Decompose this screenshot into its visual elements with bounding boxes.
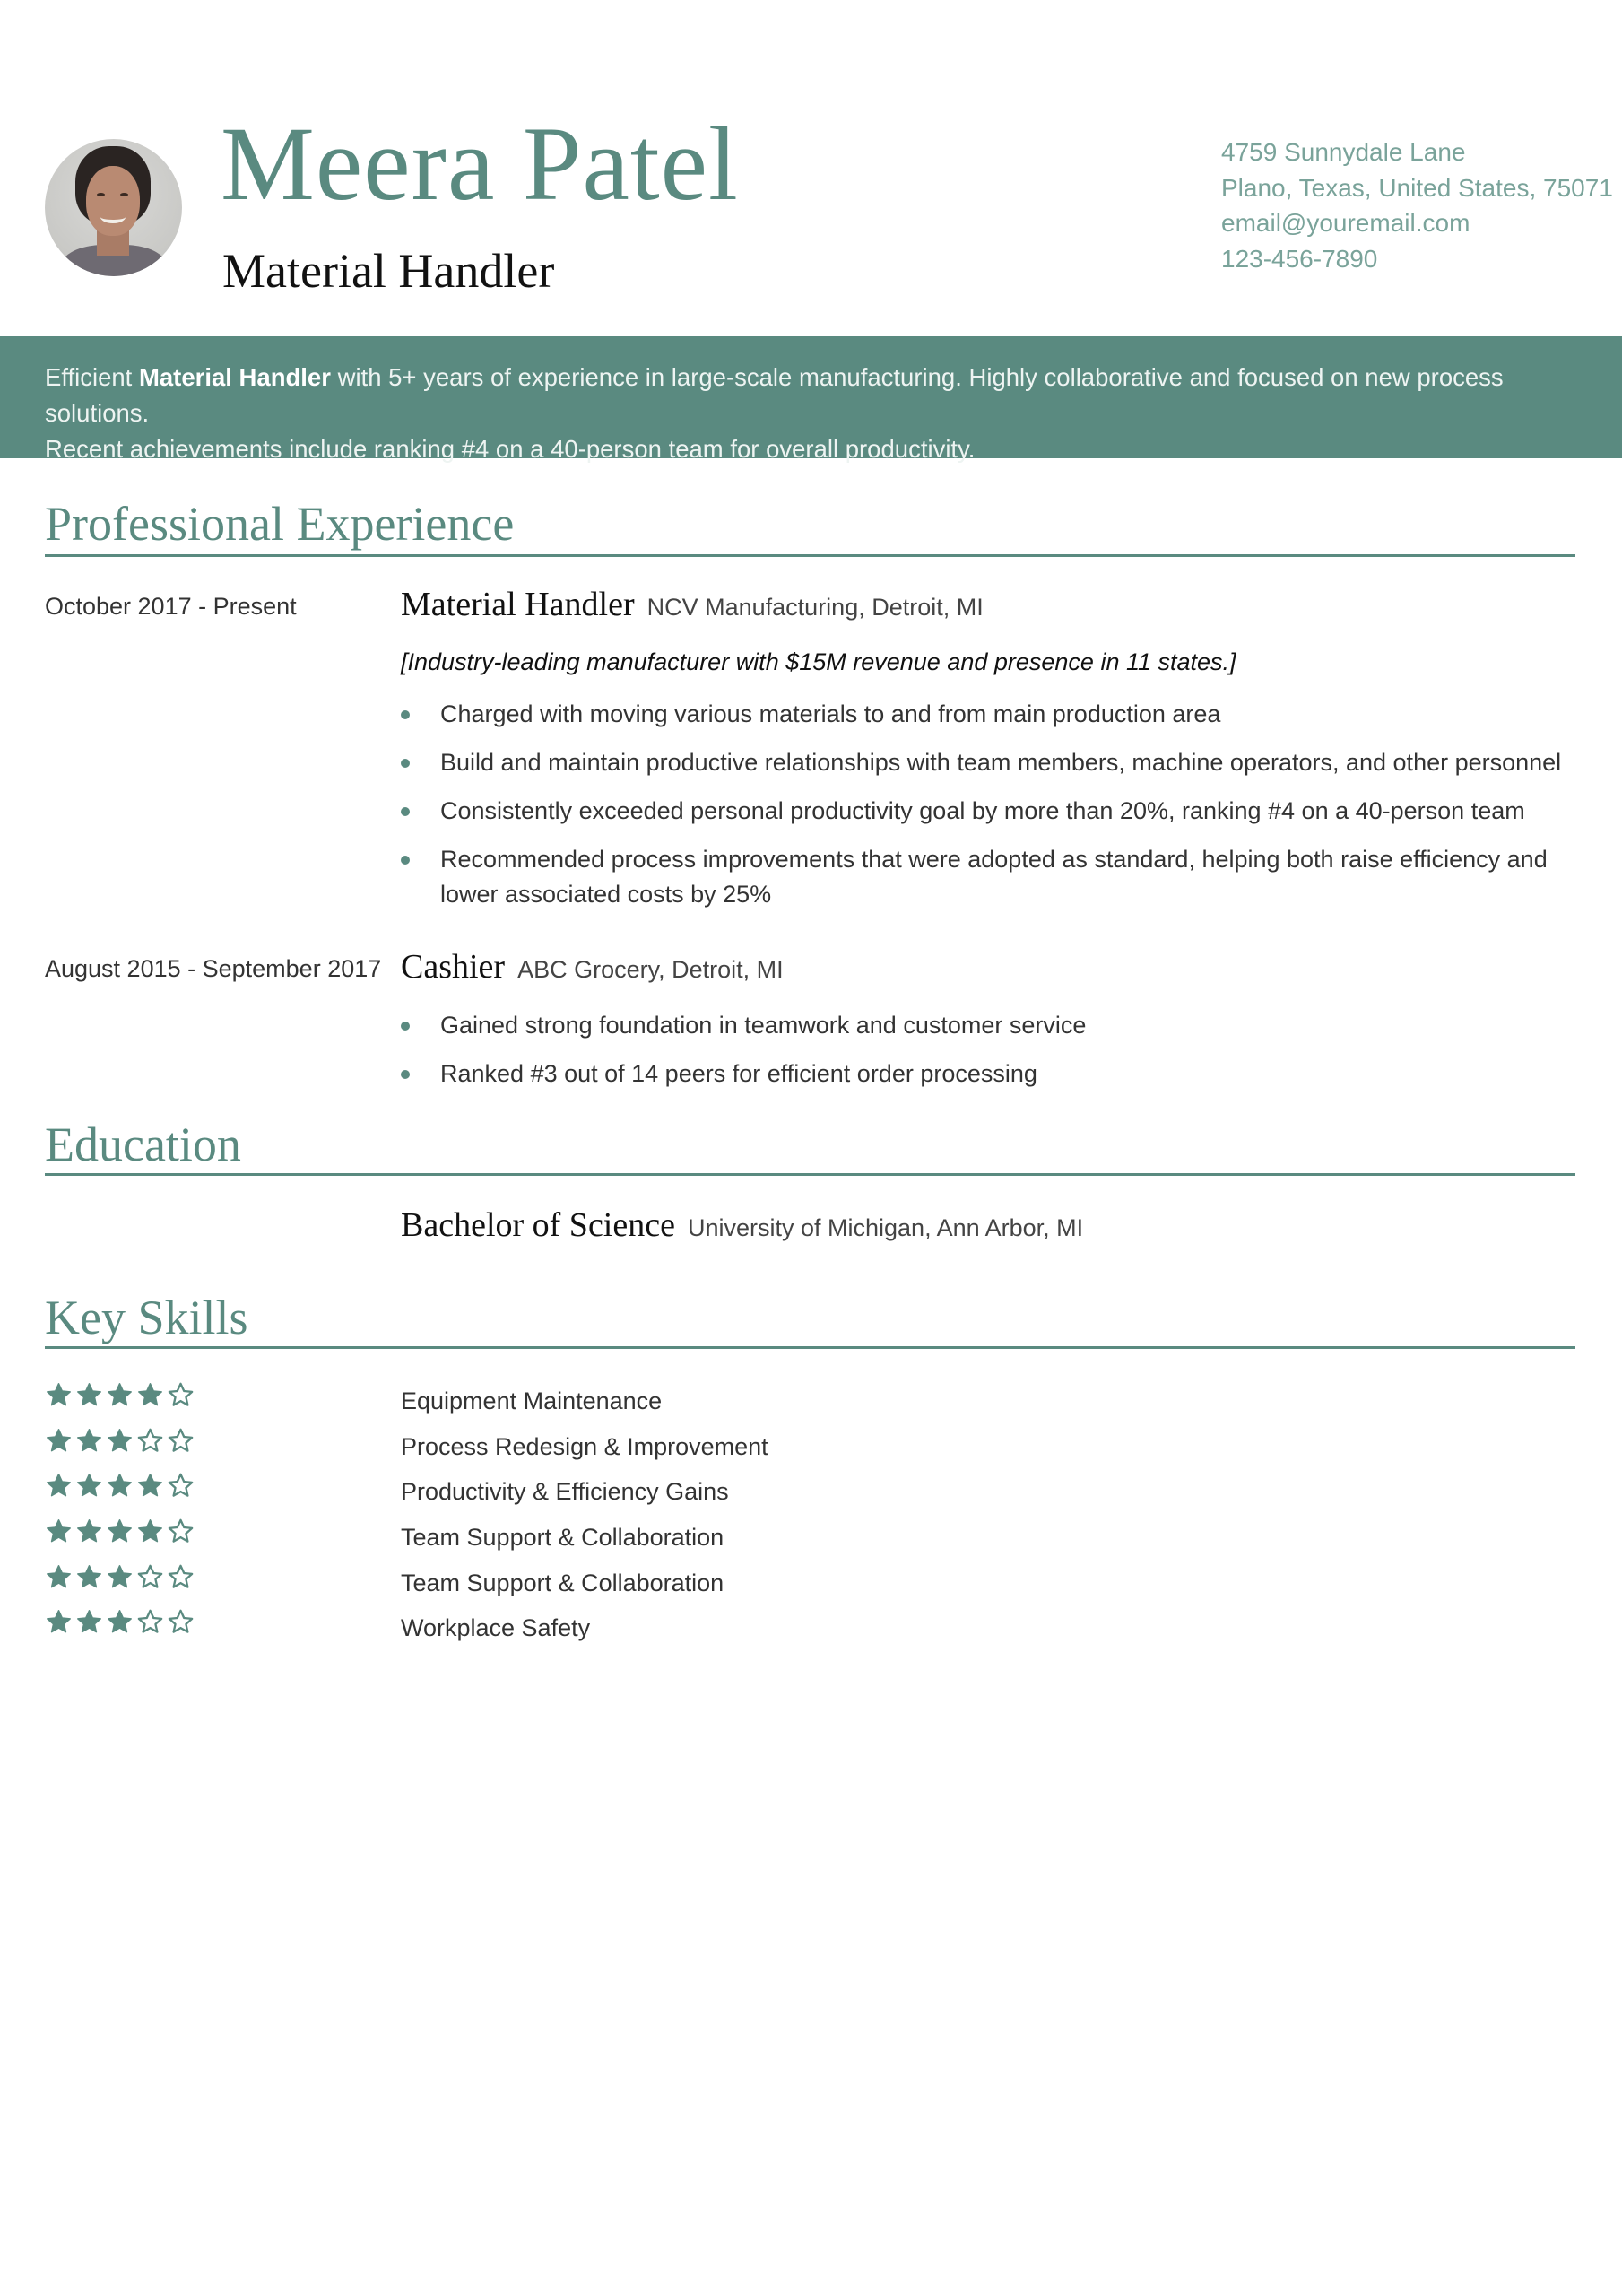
education-degree: Bachelor of Science bbox=[401, 1206, 675, 1244]
star-outline-icon bbox=[137, 1428, 163, 1452]
star-outline-icon bbox=[168, 1518, 194, 1543]
skill-label: Workplace Safety bbox=[401, 1614, 591, 1641]
star-outline-icon bbox=[168, 1428, 194, 1452]
summary-text: Efficient Material Handler with 5+ years… bbox=[45, 360, 1587, 467]
skill-rating bbox=[45, 1427, 195, 1457]
bullet-text: Consistently exceeded personal productiv… bbox=[440, 797, 1525, 824]
avatar-face bbox=[86, 166, 140, 236]
bullet-dot-icon bbox=[401, 759, 410, 768]
experience-1-role: Material Handler NCV Manufacturing, Detro… bbox=[401, 585, 984, 624]
star-filled-icon bbox=[138, 1519, 162, 1543]
avatar bbox=[45, 139, 182, 276]
skill-label: Productivity & Efficiency Gains bbox=[401, 1478, 729, 1505]
experience-2-bullet: Ranked #3 out of 14 peers for efficient … bbox=[401, 1057, 1575, 1091]
star-filled-icon bbox=[47, 1429, 71, 1452]
summary-line-2: Recent achievements include ranking #4 o… bbox=[45, 435, 976, 463]
star-outline-icon bbox=[168, 1382, 194, 1406]
experience-heading: Professional Experience bbox=[45, 497, 515, 551]
bullet-dot-icon bbox=[401, 856, 410, 865]
bullet-dot-icon bbox=[401, 1022, 410, 1031]
experience-1-bullet: Build and maintain productive relationsh… bbox=[401, 745, 1575, 780]
education-school: University of Michigan, Ann Arbor, MI bbox=[687, 1214, 1084, 1241]
experience-rule bbox=[45, 554, 1575, 557]
star-outline-icon bbox=[137, 1564, 163, 1588]
star-outline-icon bbox=[168, 1473, 194, 1497]
bullet-text: Recommended process improvements that we… bbox=[440, 846, 1548, 908]
skills-rule bbox=[45, 1346, 1575, 1349]
email-link[interactable]: email@youremail.com bbox=[1221, 205, 1607, 241]
star-filled-icon bbox=[77, 1429, 101, 1452]
star-filled-icon bbox=[77, 1474, 101, 1497]
summary-highlight: Material Handler bbox=[138, 363, 331, 391]
star-filled-icon bbox=[108, 1474, 132, 1497]
experience-1-title: Material Handler bbox=[401, 586, 635, 623]
star-filled-icon bbox=[47, 1610, 71, 1633]
bullet-dot-icon bbox=[401, 710, 410, 719]
summary-line-1: Efficient Material Handler with 5+ years… bbox=[45, 360, 1587, 431]
summary-prefix: Efficient bbox=[45, 363, 139, 391]
star-filled-icon bbox=[77, 1610, 101, 1633]
avatar-eye-left bbox=[97, 193, 105, 196]
skill-label: Equipment Maintenance bbox=[401, 1387, 663, 1414]
star-filled-icon bbox=[108, 1383, 132, 1406]
star-filled-icon bbox=[77, 1565, 101, 1588]
skill-rating bbox=[45, 1381, 195, 1412]
star-filled-icon bbox=[47, 1383, 71, 1406]
contact-block: 4759 Sunnydale Lane Plano, Texas, United… bbox=[1221, 135, 1613, 276]
star-outline-icon bbox=[137, 1609, 163, 1633]
star-outline-icon bbox=[168, 1564, 194, 1588]
star-filled-icon bbox=[108, 1610, 132, 1633]
star-filled-icon bbox=[47, 1519, 71, 1543]
star-filled-icon bbox=[138, 1474, 162, 1497]
experience-1-bullet: Consistently exceeded personal productiv… bbox=[401, 794, 1575, 829]
star-filled-icon bbox=[108, 1519, 132, 1543]
star-filled-icon bbox=[47, 1474, 71, 1497]
bullet-text: Build and maintain productive relationsh… bbox=[440, 749, 1562, 776]
experience-1-org: NCV Manufacturing, Detroit, MI bbox=[646, 594, 984, 621]
avatar-eye-right bbox=[120, 193, 128, 196]
skill-label: Team Support & Collaboration bbox=[401, 1524, 724, 1551]
experience-2-dates: August 2015 - September 2017 bbox=[45, 955, 382, 982]
education-heading: Education bbox=[45, 1118, 241, 1171]
experience-1-bullet: Charged with moving various materials to… bbox=[401, 697, 1575, 732]
skill-rating bbox=[45, 1608, 195, 1639]
experience-1-bullet: Recommended process improvements that we… bbox=[401, 842, 1575, 912]
candidate-name: Meera Patel bbox=[221, 105, 739, 222]
education-entry: Bachelor of Science University of Michiga… bbox=[401, 1205, 1083, 1245]
star-filled-icon bbox=[138, 1383, 162, 1406]
address-line-1: 4759 Sunnydale Lane bbox=[1221, 138, 1466, 166]
skill-rating bbox=[45, 1472, 195, 1502]
star-filled-icon bbox=[77, 1383, 101, 1406]
experience-2-title: Cashier bbox=[401, 948, 506, 986]
experience-2-org: ABC Grocery, Detroit, MI bbox=[517, 956, 784, 983]
education-rule bbox=[45, 1173, 1575, 1176]
skills-heading: Key Skills bbox=[45, 1291, 248, 1344]
bullet-text: Gained strong foundation in teamwork and… bbox=[440, 1012, 1087, 1039]
bullet-dot-icon bbox=[401, 807, 410, 816]
experience-2-role: Cashier ABC Grocery, Detroit, MI bbox=[401, 947, 784, 987]
star-filled-icon bbox=[108, 1429, 132, 1452]
star-filled-icon bbox=[77, 1519, 101, 1543]
skill-rating bbox=[45, 1518, 195, 1548]
skill-label: Process Redesign & Improvement bbox=[401, 1433, 768, 1460]
star-filled-icon bbox=[108, 1565, 132, 1588]
phone-number: 123-456-7890 bbox=[1221, 244, 1378, 273]
address-line-2: Plano, Texas, United States, 75071 bbox=[1221, 173, 1613, 202]
job-title: Material Handler bbox=[222, 244, 555, 298]
star-outline-icon bbox=[168, 1609, 194, 1633]
star-filled-icon bbox=[47, 1565, 71, 1588]
summary-band: Efficient Material Handler with 5+ years… bbox=[0, 336, 1622, 463]
avatar-smile bbox=[100, 211, 126, 223]
experience-1-dates: October 2017 - Present bbox=[45, 593, 297, 620]
experience-1-tagline: [Industry-leading manufacturer with $15M… bbox=[401, 648, 1236, 675]
bullet-text: Ranked #3 out of 14 peers for efficient … bbox=[440, 1060, 1037, 1087]
skill-rating bbox=[45, 1563, 195, 1594]
experience-2-bullet: Gained strong foundation in teamwork and… bbox=[401, 1008, 1575, 1043]
bullet-text: Charged with moving various materials to… bbox=[440, 700, 1221, 727]
skill-label: Team Support & Collaboration bbox=[401, 1570, 724, 1596]
bullet-dot-icon bbox=[401, 1070, 410, 1079]
